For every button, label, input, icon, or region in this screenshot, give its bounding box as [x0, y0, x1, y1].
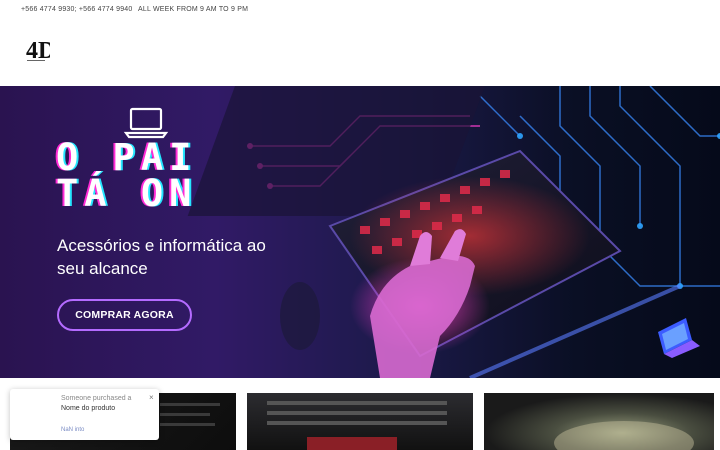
headline-line-1: O PAI [56, 136, 198, 179]
notification-title: Someone purchased a [61, 395, 132, 402]
headline-line-2: TÁ ON [56, 172, 198, 215]
keyboard-background-image [187, 86, 720, 378]
hero-headline: O PAI TÁ ON [56, 136, 198, 215]
purchase-notification: Someone purchased a Nome do produto NaN … [10, 389, 159, 440]
hero-banner: O PAI TÁ ON Acessórios e informática ao … [0, 86, 720, 378]
opening-hours: ALL WEEK FROM 9 AM TO 9 PM [138, 6, 249, 13]
product-image-2 [267, 401, 447, 450]
buy-now-button[interactable]: COMPRAR AGORA [57, 299, 192, 331]
logo-text: 4D [26, 38, 50, 62]
notification-timestamp: NaN into [61, 427, 85, 433]
product-card-3[interactable] [484, 393, 714, 450]
laptop-3d-icon [658, 318, 700, 358]
top-info-bar: +566 4774 9930; +566 4774 9940 ALL WEEK … [0, 0, 720, 20]
close-icon[interactable]: × [149, 393, 154, 402]
product-image-3 [554, 421, 694, 450]
laptop-outline-icon [123, 107, 169, 139]
notification-product[interactable]: Nome do produto [61, 405, 115, 412]
hero-subheading: Acessórios e informática ao seu alcance [57, 236, 266, 278]
product-card-2[interactable] [247, 393, 473, 450]
logo-icon[interactable]: 4D [24, 36, 50, 62]
phone-numbers[interactable]: +566 4774 9930; +566 4774 9940 [21, 6, 133, 13]
